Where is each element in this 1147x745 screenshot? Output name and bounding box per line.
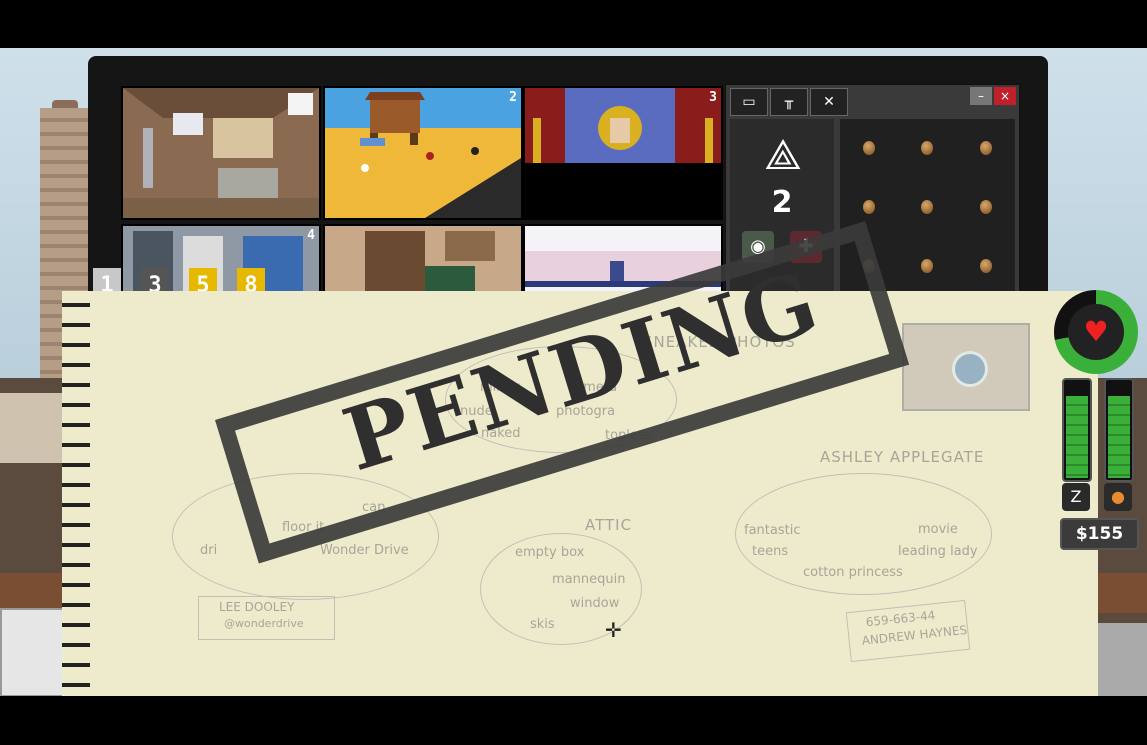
close-x-icon[interactable]: ✕ <box>810 88 848 116</box>
clue-word[interactable]: Wonder Drive <box>320 543 409 558</box>
notebook-spiral <box>62 293 90 693</box>
window-sill <box>0 393 70 463</box>
sleep-bar <box>1062 378 1092 482</box>
inventory-slot[interactable] <box>957 119 1015 178</box>
health-gauge: ♥ <box>1054 290 1138 374</box>
illuminati-eye-icon: ⟁ <box>764 130 802 179</box>
ashley-applegate-label[interactable]: ASHLEY APPLEGATE <box>820 448 984 466</box>
nut-icon <box>921 141 934 156</box>
game-scene: 2 3 4 1 3 5 8 ▭ ╥ ✕ – × ⟁ 2 ◉ ✚ SNEAKED … <box>0 48 1147 696</box>
sleep-zz-icon: Z <box>1062 483 1090 511</box>
lee-dooley-label: LEE DOOLEY <box>219 600 295 614</box>
attic-scene <box>123 88 319 218</box>
attic-label[interactable]: ATTIC <box>585 516 632 534</box>
clue-word[interactable]: window <box>570 596 619 611</box>
inventory-slot[interactable] <box>840 119 898 178</box>
inventory-slot[interactable] <box>898 178 956 237</box>
clue-word[interactable]: teens <box>752 544 788 559</box>
nut-icon <box>921 258 934 273</box>
clue-word[interactable]: cotton princess <box>803 565 903 580</box>
film-icon[interactable]: ▭ <box>730 88 768 116</box>
clue-word[interactable]: mannequin <box>552 572 625 587</box>
clue-word[interactable]: empty box <box>515 545 584 560</box>
crosshair-cursor-icon: ✛ <box>605 618 622 642</box>
nut-icon <box>979 141 992 156</box>
clue-word[interactable]: movie <box>918 522 958 537</box>
nut-icon <box>863 141 876 156</box>
sleep-bar-fill <box>1066 396 1088 478</box>
nut-icon <box>979 199 992 214</box>
badge-count: 2 <box>771 185 793 220</box>
clue-word[interactable]: leading lady <box>898 544 978 559</box>
camera-feed-barn[interactable]: 2 <box>323 86 523 220</box>
close-button[interactable]: × <box>994 87 1016 105</box>
camera-number: 2 <box>509 90 517 105</box>
nut-icon <box>863 199 876 214</box>
bench-icon[interactable]: ╥ <box>770 88 808 116</box>
camera-number: 3 <box>709 90 717 105</box>
barn-scene <box>325 88 521 218</box>
heart-icon: ♥ <box>1068 304 1124 360</box>
lee-dooley-card[interactable]: LEE DOOLEY @wonderdrive <box>198 596 335 640</box>
theater-scene <box>525 88 721 218</box>
clue-word[interactable]: dri <box>200 543 217 558</box>
inventory-slot[interactable] <box>957 178 1015 237</box>
clue-word[interactable]: skis <box>530 617 555 632</box>
lee-dooley-handle: @wonderdrive <box>224 617 304 630</box>
play-icon[interactable] <box>952 351 988 387</box>
food-drumstick-icon: ● <box>1104 483 1132 511</box>
inventory-slot[interactable] <box>898 236 956 295</box>
camera-feed-attic[interactable] <box>121 86 321 220</box>
surveillance-monitor: 2 3 4 1 3 5 8 ▭ ╥ ✕ – × ⟁ 2 ◉ ✚ <box>88 56 1048 308</box>
nut-icon <box>921 199 934 214</box>
hunger-bar <box>1104 378 1134 482</box>
money-display: $155 <box>1060 518 1139 550</box>
clue-word[interactable]: fantastic <box>744 523 800 538</box>
inventory-slot[interactable] <box>898 119 956 178</box>
inventory-slot[interactable] <box>957 236 1015 295</box>
minimize-button[interactable]: – <box>970 87 992 105</box>
camera-number: 4 <box>307 228 315 243</box>
nut-icon <box>979 258 992 273</box>
camera-feed-theater[interactable]: 3 <box>523 86 723 220</box>
hunger-bar-fill <box>1108 396 1130 478</box>
